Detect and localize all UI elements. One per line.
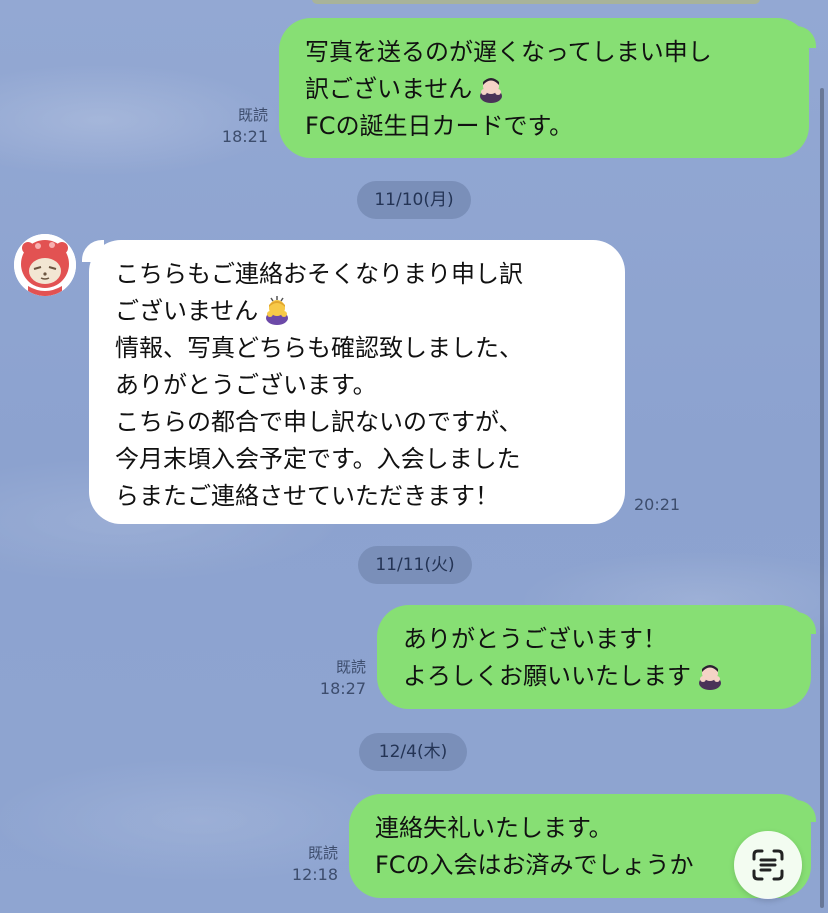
message-text-with-emoji: 訳ございません (305, 71, 783, 108)
date-separator: 11/10(月) (357, 181, 471, 219)
message-text: らまたご連絡させていただきます！ (115, 482, 499, 510)
avatar[interactable] (14, 234, 76, 296)
message-text: 訳ございません (305, 75, 473, 103)
message-text-with-emoji: ございません (115, 293, 599, 330)
message-text: 写真を送るのが遅くなってしまい申し (305, 38, 712, 66)
message-text: こちらもご連絡おそくなりまり申し訳 (115, 260, 523, 288)
message-text: こちらの都合で申し訳ないのですが、 (115, 408, 523, 436)
message-text: ありがとうございます。 (115, 371, 377, 399)
read-receipt: 既読 (237, 106, 268, 124)
message-text: FCの誕生日カードです。 (305, 112, 574, 140)
read-receipt: 既読 (307, 844, 338, 862)
red-hood-character-avatar-icon (14, 234, 76, 296)
message-text: ございません (115, 297, 259, 325)
message-time: 12:18 (291, 865, 338, 884)
message-text: ありがとうございます！ (403, 625, 667, 653)
person-bowing-icon (266, 296, 289, 325)
message-meta: 20:21 (634, 494, 688, 516)
message-time: 18:27 (319, 679, 366, 698)
message-bubble-sent[interactable]: ありがとうございます！ よろしくお願いいたします (377, 605, 811, 709)
previous-image-edge[interactable] (312, 0, 760, 4)
scrollbar[interactable] (820, 88, 824, 908)
message-text: 今月末頃入会予定です。入会しました (115, 445, 521, 473)
message-text: 連絡失礼いたします。 (375, 814, 613, 842)
read-receipt: 既読 (335, 658, 366, 676)
message-meta: 既読 18:27 (312, 656, 366, 700)
person-bowing-icon (480, 78, 503, 103)
date-separator: 11/11(火) (358, 546, 472, 584)
message-time: 18:21 (221, 127, 268, 146)
date-separator: 12/4(木) (359, 733, 467, 771)
message-text: 情報、写真どちらも確認致しました、 (115, 334, 523, 362)
message-text-with-emoji: よろしくお願いいたします (403, 658, 785, 695)
message-bubble-received[interactable]: こちらもご連絡おそくなりまり申し訳 ございません 情報、写真どちらも確認致しまし… (89, 240, 625, 524)
person-bowing-icon (699, 665, 721, 690)
message-bubble-sent[interactable]: 写真を送るのが遅くなってしまい申し 訳ございません FCの誕生日カードです。 (279, 18, 809, 158)
message-text: FCの入会はお済みでしょうか (375, 851, 694, 879)
message-meta: 既読 18:21 (214, 104, 268, 148)
message-meta: 既読 12:18 (284, 842, 338, 886)
text-scan-button[interactable] (734, 831, 802, 899)
message-time: 20:21 (634, 495, 681, 514)
message-text: よろしくお願いいたします (403, 662, 691, 690)
text-scan-icon (752, 849, 784, 881)
